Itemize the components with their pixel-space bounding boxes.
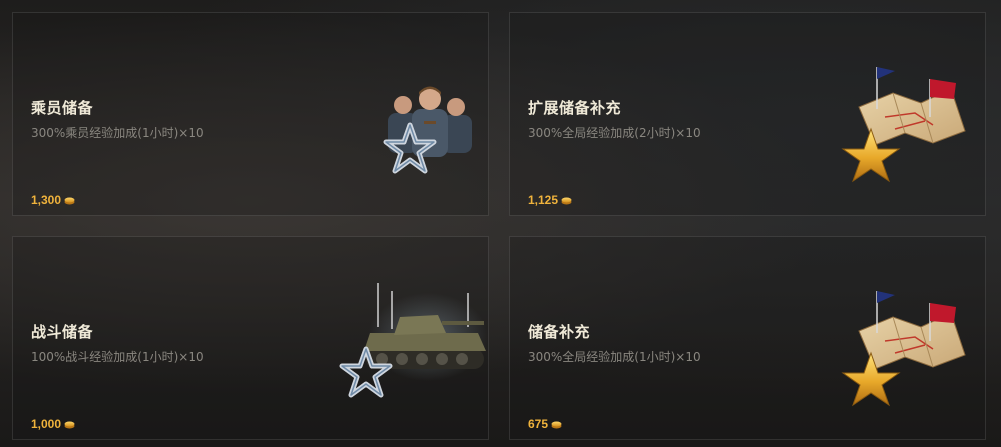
- card-price: 675: [528, 417, 562, 431]
- map-gold-star-icon: [841, 291, 966, 407]
- gold-coin-icon: [64, 421, 75, 428]
- card-price: 1,125: [528, 193, 572, 207]
- tank-silver-star-icon: [339, 283, 488, 398]
- card-description: 300%全局经验加成(2小时)×10: [528, 126, 701, 140]
- card-price: 1,000: [31, 417, 75, 431]
- card-description: 300%乘员经验加成(1小时)×10: [31, 126, 204, 140]
- card-title: 战斗储备: [31, 323, 94, 341]
- price-value: 1,000: [31, 417, 62, 431]
- card-title: 扩展储备补充: [528, 99, 622, 117]
- card-description: 300%全局经验加成(1小时)×10: [528, 350, 701, 364]
- card-price: 1,300: [31, 193, 75, 207]
- gold-coin-icon: [64, 197, 75, 204]
- map-gold-star-icon: [841, 67, 966, 183]
- price-value: 1,125: [528, 193, 559, 207]
- reserve-card-combat[interactable]: 战斗储备 100%战斗经验加成(1小时)×10 1,000: [12, 236, 489, 440]
- price-value: 1,300: [31, 193, 62, 207]
- reserve-card-refill[interactable]: 储备补充 300%全局经验加成(1小时)×10 675: [509, 236, 986, 440]
- card-title: 储备补充: [528, 323, 591, 341]
- card-title: 乘员储备: [31, 99, 94, 117]
- gold-coin-icon: [561, 197, 572, 204]
- gold-coin-icon: [551, 421, 562, 428]
- reserve-card-extended-refill[interactable]: 扩展储备补充 300%全局经验加成(2小时)×10 1,125: [509, 12, 986, 216]
- price-value: 675: [528, 417, 549, 431]
- crew-silver-star-icon: [383, 86, 472, 174]
- reserve-card-crew[interactable]: 乘员储备 300%乘员经验加成(1小时)×10 1,300: [12, 12, 489, 216]
- card-description: 100%战斗经验加成(1小时)×10: [31, 350, 204, 364]
